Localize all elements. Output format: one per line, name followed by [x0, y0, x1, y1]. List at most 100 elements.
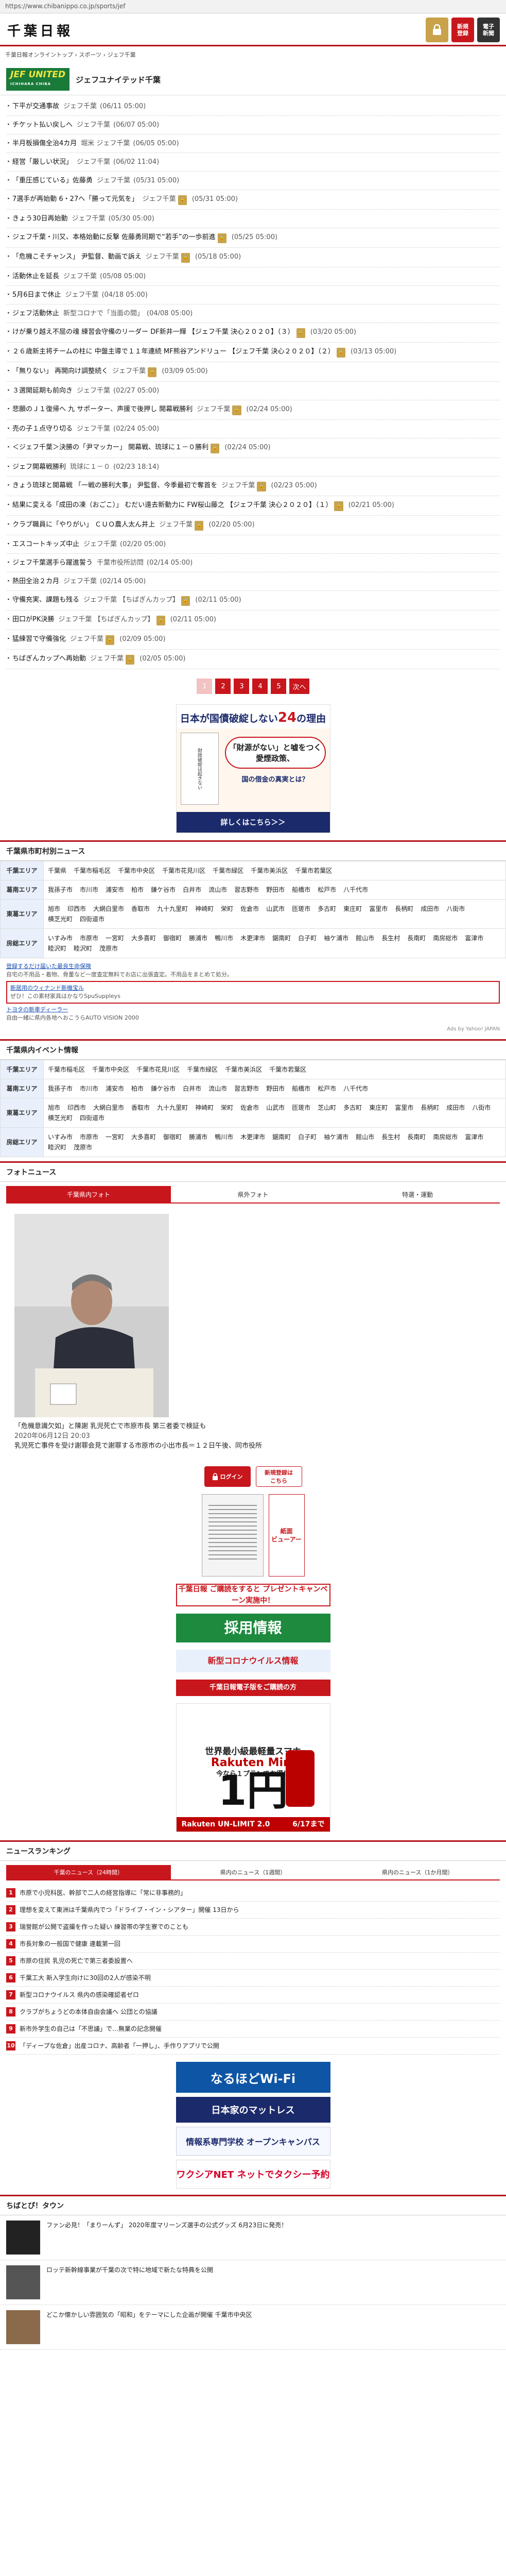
- photo-tab[interactable]: 特選・運動: [335, 1186, 500, 1204]
- page-button-1[interactable]: 1: [197, 679, 213, 694]
- article-title[interactable]: ジェフ千葉選手ら躍進誓う: [12, 559, 93, 567]
- article-item[interactable]: 半月板損傷全治4カ月堀米 ジェフ千葉(06/05 05:00): [5, 134, 500, 153]
- city-link[interactable]: 多古町: [343, 1103, 362, 1113]
- city-link[interactable]: 四街道市: [80, 914, 104, 924]
- article-item[interactable]: チケット払い戻しへジェフ千葉(06/07 05:00): [5, 116, 500, 134]
- city-link[interactable]: 流山市: [208, 1083, 227, 1094]
- city-link[interactable]: 松戸市: [318, 1083, 336, 1094]
- city-link[interactable]: 木更津市: [240, 1132, 265, 1142]
- city-link[interactable]: 白井市: [183, 885, 201, 895]
- rakuten-ad[interactable]: 世界最小級最軽量スマホ Rakuten Mini 今なら１プランでお得！ 1円 …: [176, 1703, 330, 1832]
- article-title[interactable]: きょう30日再始動: [12, 215, 68, 223]
- article-title[interactable]: クラブ職員に「やりがい」 ＣＵＯ農人太ん井上: [12, 521, 155, 529]
- ranking-title-text[interactable]: 市原の住民 乳児の死亡で第三者委設置へ: [20, 1956, 133, 1965]
- article-title[interactable]: ２６歳新主将チームの柱に 中盤主導で１１年連続 MF熊谷アンドリュー 【ジェフ千…: [12, 348, 335, 355]
- city-link[interactable]: 木更津市: [240, 933, 265, 943]
- photo-news-image[interactable]: [14, 1214, 169, 1417]
- present-banner[interactable]: 千葉日報 ご購読をすると プレゼントキャンペーン実施中！: [176, 1584, 330, 1606]
- e-paper-button[interactable]: 電子 新聞: [477, 18, 500, 42]
- page-button-2[interactable]: 2: [215, 679, 231, 694]
- city-link[interactable]: 勝浦市: [189, 1132, 207, 1142]
- city-link[interactable]: 白子町: [298, 933, 317, 943]
- school-ad[interactable]: 情報系専門学校 オープンキャンパス: [176, 2127, 330, 2156]
- article-title[interactable]: チケット払い戻しへ: [12, 121, 73, 129]
- city-link[interactable]: 長柄町: [395, 904, 413, 914]
- city-link[interactable]: 九十九里町: [157, 904, 188, 914]
- article-title[interactable]: 「危機こそチャンス」 尹監督、動画で訴え: [12, 253, 142, 261]
- mattress-ad[interactable]: 日本家のマットレス: [176, 2097, 330, 2123]
- city-link[interactable]: 富津市: [465, 1132, 483, 1142]
- city-link[interactable]: 館山市: [356, 933, 374, 943]
- city-link[interactable]: 鋸南町: [272, 933, 291, 943]
- article-title[interactable]: ちばぎんカップへ再始動: [12, 655, 86, 663]
- town-item[interactable]: どこか懐かしい雰囲気の「昭和」をテーマにした企画が開催 千葉市中央区: [0, 2305, 506, 2350]
- city-link[interactable]: 市原市: [80, 1132, 98, 1142]
- viewer-button[interactable]: 紙面 ビューアー: [268, 1494, 305, 1577]
- city-link[interactable]: 長柄町: [421, 1103, 439, 1113]
- city-link[interactable]: 芝山町: [318, 1103, 336, 1113]
- taxi-ad[interactable]: ワクシアNET ネットでタクシー予約: [176, 2160, 330, 2189]
- city-link[interactable]: 長南町: [407, 933, 426, 943]
- article-title[interactable]: エスコートキッズ中止: [12, 540, 79, 548]
- city-link[interactable]: 千葉県: [48, 866, 66, 876]
- city-link[interactable]: 富津市: [465, 933, 483, 943]
- city-link[interactable]: 市原市: [80, 933, 98, 943]
- article-title[interactable]: 下平が交通事故: [12, 103, 59, 110]
- city-link[interactable]: 山武市: [266, 1103, 285, 1113]
- city-link[interactable]: 八街市: [446, 904, 465, 914]
- ad-link-highlight[interactable]: 新居用のウィナンド新機宝ル ぜひ！この素材家具はかなりSpuSuppleys: [6, 981, 500, 1004]
- ad-link[interactable]: 登録するだけ届いた最良生命保険: [6, 962, 500, 971]
- city-link[interactable]: 大網白里市: [93, 904, 124, 914]
- city-link[interactable]: 匝瑳市: [292, 1103, 310, 1113]
- city-link[interactable]: 匝瑳市: [292, 904, 310, 914]
- city-link[interactable]: 柏市: [131, 885, 144, 895]
- city-link[interactable]: 千葉市緑区: [187, 1064, 218, 1075]
- city-link[interactable]: 御宿町: [163, 933, 182, 943]
- photo-caption[interactable]: 「危機意識欠如」と陳謝 乳児死亡で市原市長 第三者委で検証も 2020年06月1…: [14, 1421, 492, 1451]
- paper-viewer[interactable]: 紙面 ビューアー: [176, 1494, 330, 1577]
- city-link[interactable]: 多古町: [318, 904, 336, 914]
- premium-lock-button[interactable]: [426, 18, 448, 42]
- city-link[interactable]: 長南町: [407, 1132, 426, 1142]
- city-link[interactable]: 柏市: [131, 1083, 144, 1094]
- city-link[interactable]: 旭市: [48, 1103, 60, 1113]
- city-link[interactable]: 東庄町: [343, 904, 362, 914]
- city-link[interactable]: 千葉市稲毛区: [74, 866, 111, 876]
- city-link[interactable]: 我孫子市: [48, 885, 73, 895]
- city-link[interactable]: 浦安市: [106, 885, 124, 895]
- city-link[interactable]: 御宿町: [163, 1132, 182, 1142]
- ad-cta-button[interactable]: 詳しくはこちら＞＞: [176, 812, 330, 833]
- article-item[interactable]: 売の子１点守り切るジェフ千葉(02/24 05:00): [5, 420, 500, 438]
- city-link[interactable]: 神崎町: [195, 1103, 214, 1113]
- city-link[interactable]: 香取市: [131, 1103, 150, 1113]
- city-link[interactable]: 館山市: [356, 1132, 374, 1142]
- ranking-item[interactable]: 8 クラブがちょうどの本体自由会議へ 公団との協議: [6, 2004, 500, 2021]
- bond-book-ad[interactable]: 日本が国債破綻しない24の理由 財政破綻は起きない 「財源がない」と嘘をつく愛煙…: [176, 704, 330, 833]
- city-link[interactable]: 松戸市: [318, 885, 336, 895]
- city-link[interactable]: 千葉市若葉区: [295, 866, 332, 876]
- photo-tab[interactable]: 県外フォト: [170, 1186, 336, 1204]
- page-button-3[interactable]: 3: [234, 679, 250, 694]
- article-item[interactable]: エスコートキッズ中止ジェフ千葉(02/20 05:00): [5, 535, 500, 554]
- city-link[interactable]: 富里市: [395, 1103, 413, 1113]
- city-link[interactable]: 富里市: [369, 904, 388, 914]
- article-item[interactable]: 「無りない」 再開向け調整続くジェフ千葉🔒 (03/09 05:00): [5, 362, 500, 382]
- ranking-item[interactable]: 6 千葉工大 新入学生向けに30回の2人が感染不明: [6, 1970, 500, 1987]
- ranking-title-text[interactable]: 市長対象の一般国で健康 連載第一回: [20, 1939, 120, 1948]
- article-item[interactable]: 猛練習で守備強化ジェフ千葉🔒 (02/09 05:00): [5, 630, 500, 650]
- article-title[interactable]: けが乗り越え不屈の魂 練習会守備のリーダー DF新井一輝 【ジェフ千葉 決心２０…: [12, 328, 294, 336]
- city-link[interactable]: 茂原市: [74, 1142, 92, 1153]
- article-title[interactable]: ３選開延期も前向き: [12, 387, 73, 395]
- article-item[interactable]: きょう30日再始動ジェフ千葉(05/30 05:00): [5, 210, 500, 228]
- article-item[interactable]: 「危機こそチャンス」 尹監督、動画で訴えジェフ千葉🔒 (05/18 05:00): [5, 248, 500, 267]
- city-link[interactable]: 八街市: [472, 1103, 491, 1113]
- city-link[interactable]: 野田市: [266, 1083, 285, 1094]
- article-title[interactable]: 半月板損傷全治4カ月: [12, 140, 77, 147]
- city-link[interactable]: 船橋市: [292, 885, 310, 895]
- article-title[interactable]: 「重圧感じている」佐藤勇: [12, 177, 93, 184]
- city-link[interactable]: 東庄町: [369, 1103, 388, 1113]
- city-link[interactable]: 睦沢町: [48, 1142, 66, 1153]
- article-item[interactable]: ＜ジェフ千葉＞決勝の「尹マッカー」 開幕戦、琉球に１－０勝利🔒 (02/24 05…: [5, 438, 500, 458]
- article-item[interactable]: 活動休止を延長ジェフ千葉(05/08 05:00): [5, 267, 500, 286]
- city-link[interactable]: 千葉市花見川区: [162, 866, 205, 876]
